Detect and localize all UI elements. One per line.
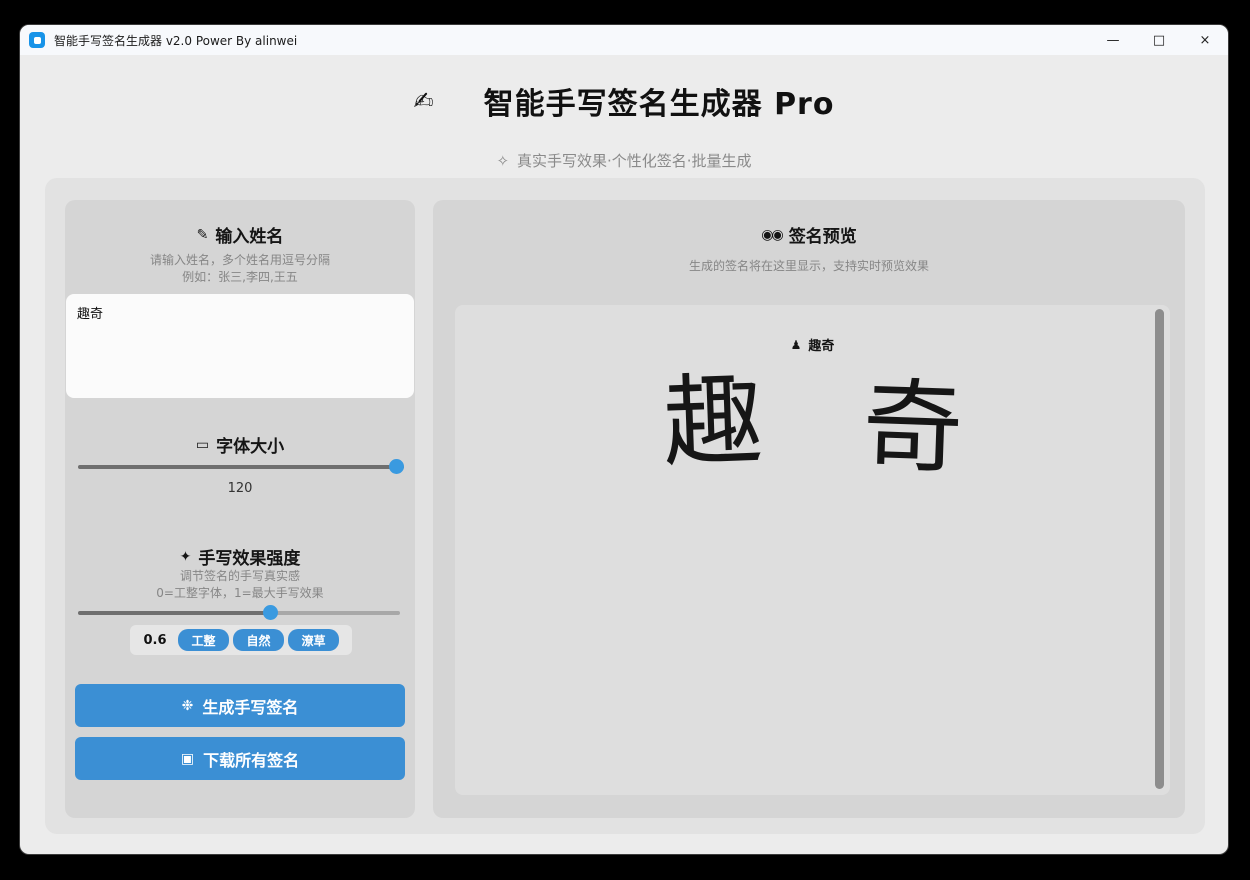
download-all-button[interactable]: ▣ 下载所有签名 bbox=[75, 737, 405, 780]
effect-slider-thumb[interactable] bbox=[263, 605, 278, 620]
minimize-button[interactable]: — bbox=[1090, 25, 1136, 55]
font-size-slider[interactable] bbox=[78, 459, 404, 475]
effect-slider-track[interactable] bbox=[78, 611, 400, 615]
window-title: 智能手写签名生成器 v2.0 Power By alinwei bbox=[54, 32, 297, 49]
signature-char-2: 奇 bbox=[860, 361, 964, 494]
floppy-icon: ▣ bbox=[181, 751, 194, 767]
generate-signature-button[interactable]: ❉ 生成手写签名 bbox=[75, 684, 405, 727]
generate-button-label: 生成手写签名 bbox=[202, 694, 298, 718]
palette-icon: ❉ bbox=[182, 698, 194, 714]
font-size-value: 120 bbox=[65, 481, 415, 496]
signature-char-1: 趣 bbox=[660, 355, 764, 488]
handwritten-signature: 趣 奇 bbox=[455, 357, 1170, 487]
app-logo-icon bbox=[29, 32, 45, 48]
effect-title: 手写效果强度 bbox=[198, 544, 300, 569]
page-title: 智能手写签名生成器 Pro bbox=[484, 79, 835, 123]
pen-icon: ✍ bbox=[414, 87, 434, 115]
effect-help-line2: 0=工整字体，1=最大手写效果 bbox=[65, 585, 415, 602]
name-help-line1: 请输入姓名，多个姓名用逗号分隔 bbox=[65, 252, 415, 269]
signature-item-label: ♟ 趣奇 bbox=[455, 335, 1170, 354]
effect-help: 调节签名的手写真实感 0=工整字体，1=最大手写效果 bbox=[65, 568, 415, 602]
name-help-line2: 例如：张三,李四,王五 bbox=[65, 269, 415, 286]
maximize-button[interactable]: □ bbox=[1136, 25, 1182, 55]
app-header: ✍ 智能手写签名生成器 Pro bbox=[20, 79, 1228, 123]
close-button[interactable]: × bbox=[1182, 25, 1228, 55]
preset-neat-button[interactable]: 工整 bbox=[178, 629, 229, 651]
font-size-slider-track[interactable] bbox=[78, 465, 404, 469]
name-input-title: 输入姓名 bbox=[215, 222, 283, 247]
window-controls: — □ × bbox=[1090, 25, 1228, 55]
font-size-title: 字体大小 bbox=[216, 432, 284, 457]
main-container: ✎ 输入姓名 请输入姓名，多个姓名用逗号分隔 例如：张三,李四,王五 趣奇 ▭ … bbox=[45, 178, 1205, 834]
memo-icon: ✎ bbox=[197, 227, 209, 243]
app-subtitle: ✧ 真实手写效果·个性化签名·批量生成 bbox=[20, 150, 1228, 171]
subtitle-text: 真实手写效果·个性化签名·批量生成 bbox=[517, 150, 752, 171]
signature-name: 趣奇 bbox=[808, 335, 834, 354]
settings-panel: ✎ 输入姓名 请输入姓名，多个姓名用逗号分隔 例如：张三,李四,王五 趣奇 ▭ … bbox=[65, 200, 415, 818]
signature-preview-canvas: ♟ 趣奇 趣 奇 bbox=[455, 305, 1170, 795]
preset-natural-button[interactable]: 自然 bbox=[233, 629, 284, 651]
effect-heading: ✦ 手写效果强度 bbox=[65, 544, 415, 569]
effect-value: 0.6 bbox=[136, 633, 174, 648]
name-input-help: 请输入姓名，多个姓名用逗号分隔 例如：张三,李四,王五 bbox=[65, 252, 415, 286]
sparkle-icon: ✧ bbox=[496, 152, 509, 170]
sparkles-icon: ✦ bbox=[180, 549, 192, 565]
effect-strength-slider[interactable] bbox=[78, 605, 400, 621]
download-button-label: 下载所有签名 bbox=[203, 747, 299, 771]
preview-subtitle: 生成的签名将在这里显示，支持实时预览效果 bbox=[433, 258, 1185, 275]
preview-heading: ◉◉ 签名预览 bbox=[433, 222, 1185, 247]
user-icon: ♟ bbox=[791, 338, 802, 352]
font-size-slider-thumb[interactable] bbox=[389, 459, 404, 474]
preset-scrawl-button[interactable]: 潦草 bbox=[288, 629, 339, 651]
names-textarea[interactable]: 趣奇 bbox=[66, 294, 414, 398]
ruler-icon: ▭ bbox=[196, 437, 209, 453]
preview-scrollbar[interactable] bbox=[1155, 309, 1164, 789]
name-input-heading: ✎ 输入姓名 bbox=[65, 222, 415, 247]
preview-title: 签名预览 bbox=[789, 222, 857, 247]
app-window: 智能手写签名生成器 v2.0 Power By alinwei — □ × ✍ … bbox=[20, 25, 1228, 854]
effect-preset-row: 0.6 工整 自然 潦草 bbox=[130, 625, 352, 655]
titlebar[interactable]: 智能手写签名生成器 v2.0 Power By alinwei — □ × bbox=[20, 25, 1228, 55]
eyes-icon: ◉◉ bbox=[761, 227, 781, 243]
preview-panel: ◉◉ 签名预览 生成的签名将在这里显示，支持实时预览效果 ♟ 趣奇 趣 奇 bbox=[433, 200, 1185, 818]
effect-help-line1: 调节签名的手写真实感 bbox=[65, 568, 415, 585]
font-size-heading: ▭ 字体大小 bbox=[65, 432, 415, 457]
